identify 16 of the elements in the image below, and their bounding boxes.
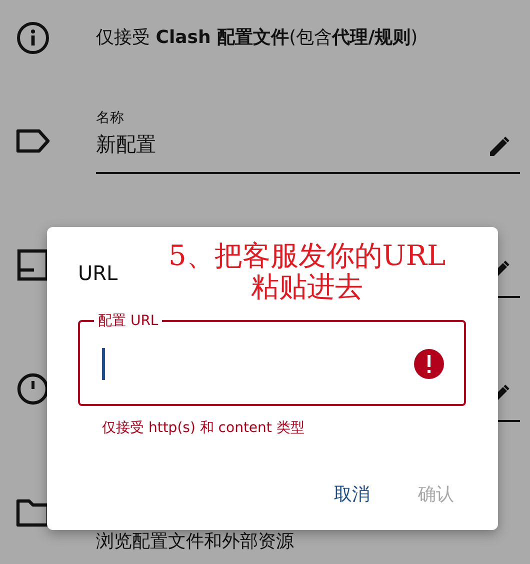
clock-icon xyxy=(16,372,50,406)
annotation-text: 粘贴进去 xyxy=(251,271,363,302)
tag-icon xyxy=(15,128,51,154)
dialog-title: URL xyxy=(78,260,118,287)
edit-icon[interactable] xyxy=(488,136,510,158)
device-icon xyxy=(16,248,50,282)
url-input-field[interactable]: 配置 URL xyxy=(78,311,466,406)
link-summary: 浏览配置文件和外部资源 xyxy=(96,530,294,554)
error-icon xyxy=(412,346,446,380)
field-label: 名称 xyxy=(96,110,124,126)
annotation-text: 5、把客服发你的URL xyxy=(168,240,446,271)
field-value: 新配置 xyxy=(96,132,156,156)
helper-text: 仅接受 http(s) 和 content 类型 xyxy=(102,419,304,438)
info-icon xyxy=(16,20,50,54)
cancel-button[interactable]: 取消 xyxy=(328,477,376,512)
info-text: 仅接受 Clash 配置文件(包含代理/规则) xyxy=(96,26,418,50)
